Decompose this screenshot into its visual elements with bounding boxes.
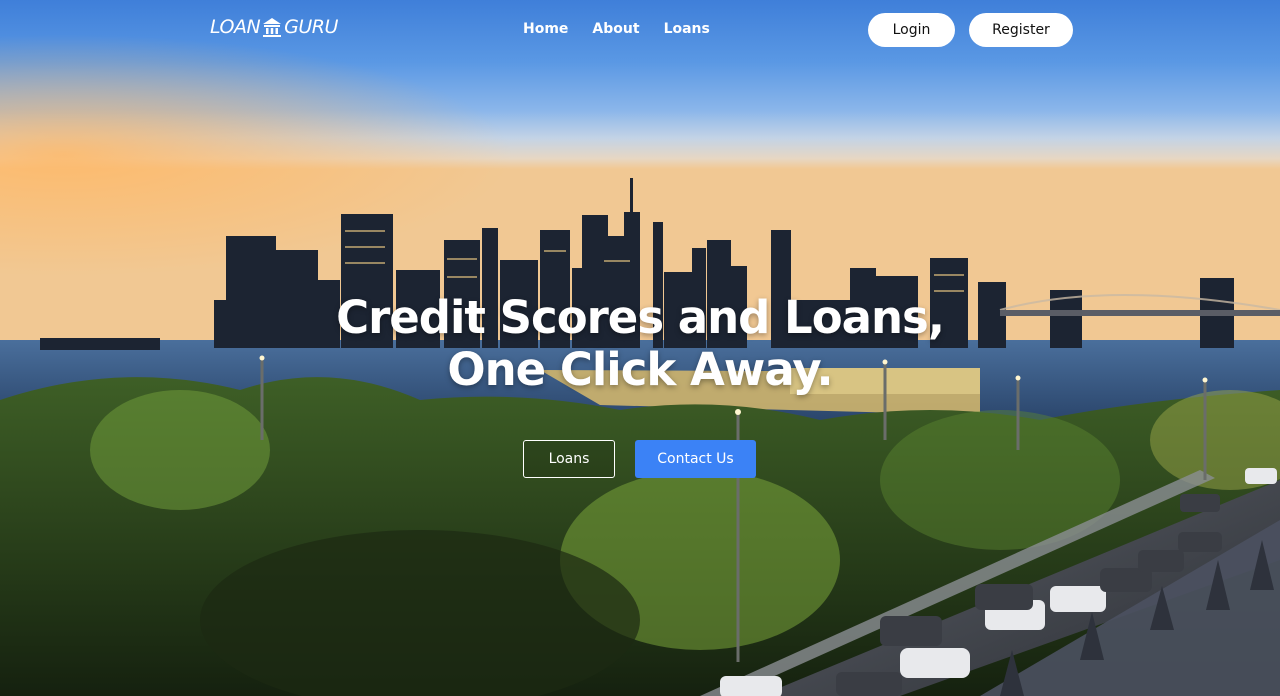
hero-call-to-action: Loans Contact Us [523, 440, 756, 478]
bank-icon [261, 16, 283, 38]
auth-buttons: Login Register [868, 13, 1073, 47]
logo-text-left: LOAN [210, 16, 261, 38]
contact-us-button[interactable]: Contact Us [635, 440, 756, 478]
main-menu: Home About Loans [523, 21, 710, 37]
hero-section: LOAN GURU Home About Loans Login Registe… [0, 0, 1280, 696]
login-button[interactable]: Login [868, 13, 955, 47]
nav-link-home[interactable]: Home [523, 21, 568, 37]
register-button[interactable]: Register [969, 13, 1073, 47]
hero-headline-line-1: Credit Scores and Loans, [336, 291, 945, 344]
top-navigation-bar: LOAN GURU Home About Loans Login Registe… [0, 0, 1280, 60]
nav-link-about[interactable]: About [592, 21, 639, 37]
site-logo[interactable]: LOAN GURU [210, 16, 338, 38]
logo-text-right: GURU [284, 16, 338, 38]
hero-headline: Credit Scores and Loans, One Click Away. [0, 292, 1280, 396]
nav-link-loans[interactable]: Loans [664, 21, 710, 37]
loans-button[interactable]: Loans [523, 440, 615, 478]
hero-headline-line-2: One Click Away. [447, 343, 833, 396]
